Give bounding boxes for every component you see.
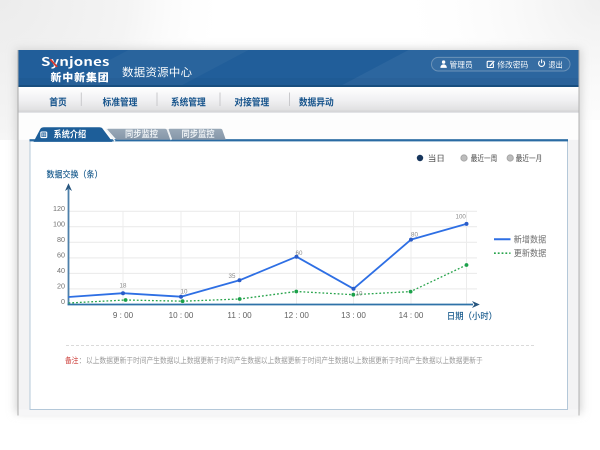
svg-text:12 : 00: 12 : 00 [284,311,309,320]
svg-text:9 : 00: 9 : 00 [113,311,134,320]
svg-text:120: 120 [53,204,65,213]
svg-text:100: 100 [456,214,467,221]
svg-text:11 : 00: 11 : 00 [227,311,252,320]
svg-text:60: 60 [57,251,65,260]
svg-text:10: 10 [356,290,363,297]
svg-text:35: 35 [229,273,236,280]
svg-text:40: 40 [57,266,65,275]
svg-text:0: 0 [61,297,65,306]
svg-text:10 : 00: 10 : 00 [169,311,194,320]
svg-text:60: 60 [296,250,303,257]
svg-text:18: 18 [120,283,127,290]
svg-text:80: 80 [57,235,65,244]
svg-text:14 : 00: 14 : 00 [399,311,424,320]
svg-text:20: 20 [57,282,65,291]
svg-text:13 : 00: 13 : 00 [341,311,366,320]
svg-text:80: 80 [411,232,418,239]
svg-text:10: 10 [181,289,188,296]
svg-text:100: 100 [53,219,65,228]
